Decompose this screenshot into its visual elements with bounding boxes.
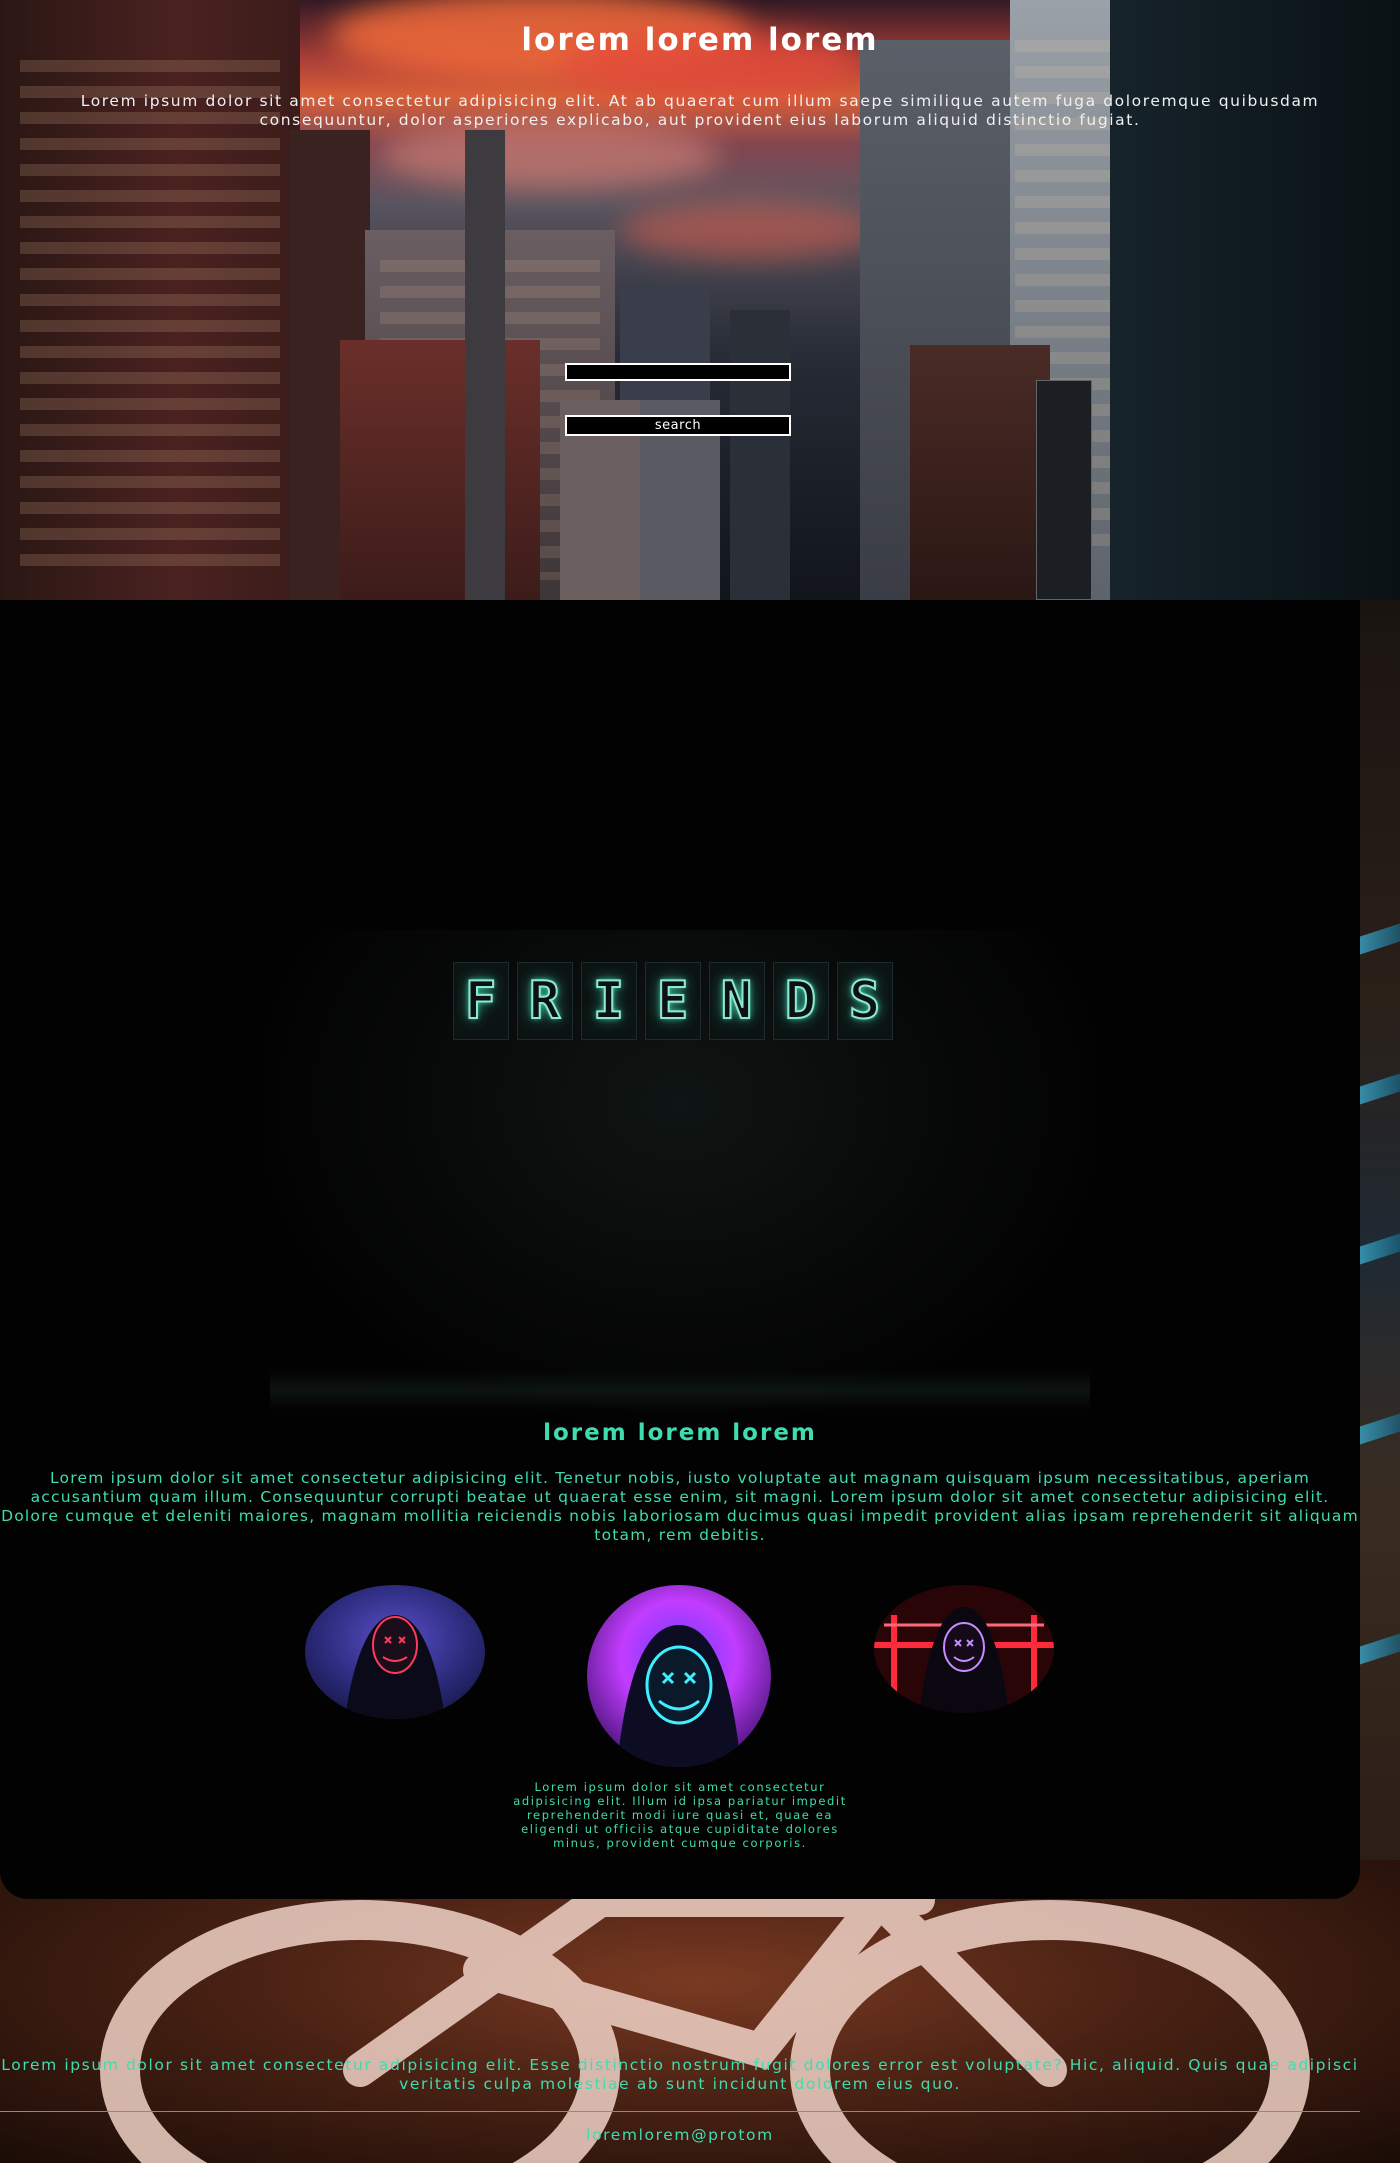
building-right-dark (1110, 0, 1400, 600)
tower-distant (465, 130, 505, 600)
light-streak (1360, 1633, 1400, 1665)
avatar-image (874, 1585, 1054, 1713)
avatar-caption: Lorem ipsum dolor sit amet consectetur a… (513, 1780, 847, 1850)
light-streak (1360, 923, 1400, 955)
sign-letter: R (517, 962, 573, 1040)
street-sign (1036, 380, 1092, 600)
light-streak (1360, 1073, 1400, 1105)
section-description: Lorem ipsum dolor sit amet consectetur a… (1, 1469, 1359, 1544)
sign-letter: S (837, 962, 893, 1040)
sign-letter: E (645, 962, 701, 1040)
building-windows (20, 60, 280, 580)
avatar-image (587, 1585, 771, 1767)
hero-section: lorem lorem lorem Lorem ipsum dolor sit … (0, 0, 1400, 600)
bike-lane-background (0, 1860, 1400, 2163)
section-title: lorem lorem lorem (543, 1420, 817, 1446)
sign-letter: I (581, 962, 637, 1040)
friends-neon-sign: F R I E N D S (453, 962, 901, 1042)
light-streak (1360, 1233, 1400, 1265)
footer-text: Lorem ipsum dolor sit amet consectetur a… (1, 2056, 1359, 2093)
friends-image-floor (270, 1370, 1090, 1410)
tower-distant (730, 310, 790, 600)
footer-email[interactable]: loremlorem@protom (0, 2126, 1360, 2144)
hero-title: lorem lorem lorem (521, 22, 879, 58)
sign-letter: N (709, 962, 765, 1040)
building-red-brick (340, 340, 540, 600)
avatar-image (305, 1585, 485, 1719)
sign-letter: F (453, 962, 509, 1040)
search-input[interactable] (565, 363, 791, 381)
footer-divider (0, 2111, 1360, 2112)
background-strip (1360, 600, 1400, 1900)
sign-letter: D (773, 962, 829, 1040)
search-button[interactable]: search (565, 415, 791, 436)
sky-cloud (620, 200, 880, 260)
content-card: F R I E N D S lorem lorem lorem Lorem ip… (0, 600, 1360, 1899)
building-right-brick (910, 345, 1050, 600)
bike-lane-icon (100, 1860, 1310, 2163)
light-streak (1360, 1413, 1400, 1445)
hero-description: Lorem ipsum dolor sit amet consectetur a… (80, 92, 1320, 129)
sky-cloud (380, 120, 720, 190)
